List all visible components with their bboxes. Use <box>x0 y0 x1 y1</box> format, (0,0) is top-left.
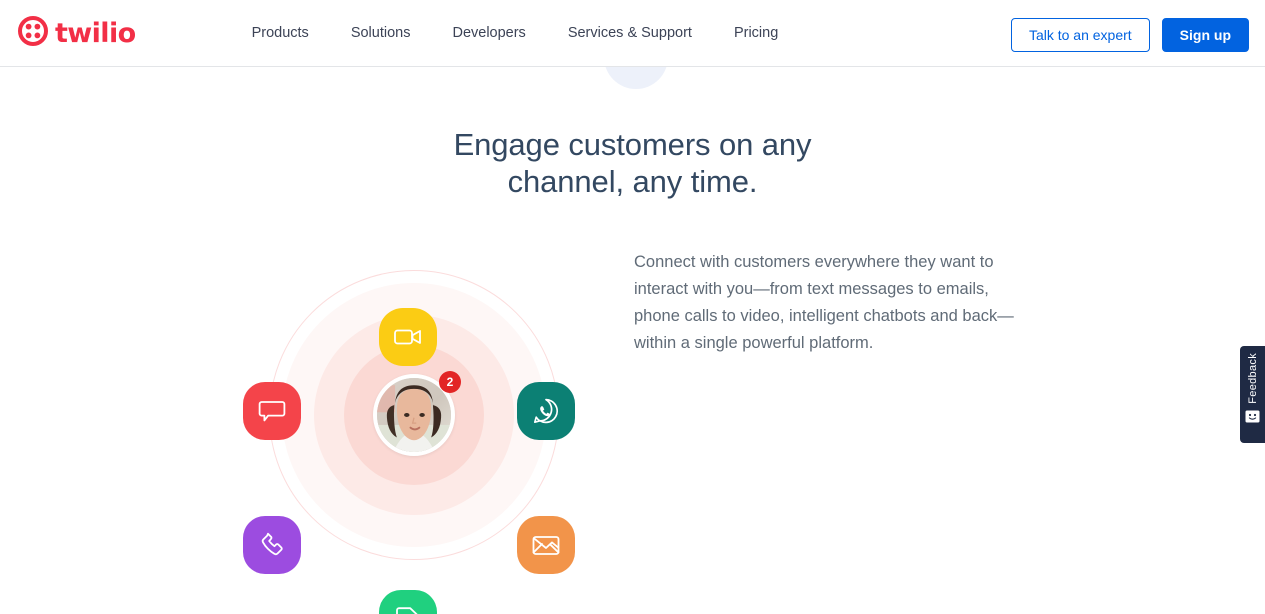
talk-to-expert-button[interactable]: Talk to an expert <box>1010 18 1150 52</box>
header-actions: Talk to an expert Sign up <box>1010 18 1249 52</box>
nav-item-solutions[interactable]: Solutions <box>330 17 432 49</box>
twilio-logo[interactable]: twilio <box>18 15 136 51</box>
chat-icon <box>258 399 286 423</box>
hero-paragraph: Connect with customers everywhere they w… <box>634 252 1014 352</box>
decorative-blob <box>604 67 668 89</box>
feedback-label: Feedback <box>1246 353 1259 404</box>
main-navigation: Products Solutions Developers Services &… <box>231 17 800 49</box>
nav-item-products[interactable]: Products <box>231 17 330 49</box>
video-icon <box>394 327 422 347</box>
twilio-logo-icon <box>18 15 48 51</box>
whatsapp-icon <box>532 397 560 425</box>
nav-item-services-support[interactable]: Services & Support <box>547 17 713 49</box>
avatar: 2 <box>373 371 461 456</box>
page-title-line-2: channel, any time. <box>507 163 758 199</box>
channel-sim[interactable] <box>379 590 437 614</box>
nav-item-pricing[interactable]: Pricing <box>713 17 799 49</box>
channel-whatsapp[interactable] <box>517 382 575 440</box>
email-icon <box>532 534 560 556</box>
channel-voice[interactable] <box>243 516 301 574</box>
site-header: twilio Products Solutions Developers Ser… <box>0 0 1265 67</box>
hero-section: Engage customers on any channel, any tim… <box>0 67 1265 614</box>
notification-badge: 2 <box>439 371 461 393</box>
page-title-line-1: Engage customers on any <box>453 126 812 162</box>
page-title: Engage customers on any channel, any tim… <box>0 126 1265 200</box>
sign-up-button[interactable]: Sign up <box>1161 18 1249 52</box>
channel-email[interactable] <box>517 516 575 574</box>
channel-chat[interactable] <box>243 382 301 440</box>
smiley-face-icon <box>1245 410 1260 428</box>
sim-icon <box>396 605 420 614</box>
channel-video[interactable] <box>379 308 437 366</box>
logo-wordmark: twilio <box>55 17 136 49</box>
voice-icon <box>258 531 286 559</box>
nav-item-developers[interactable]: Developers <box>431 17 546 49</box>
feedback-tab[interactable]: Feedback <box>1240 346 1265 443</box>
channel-orbit-graphic: 2 <box>243 244 585 614</box>
